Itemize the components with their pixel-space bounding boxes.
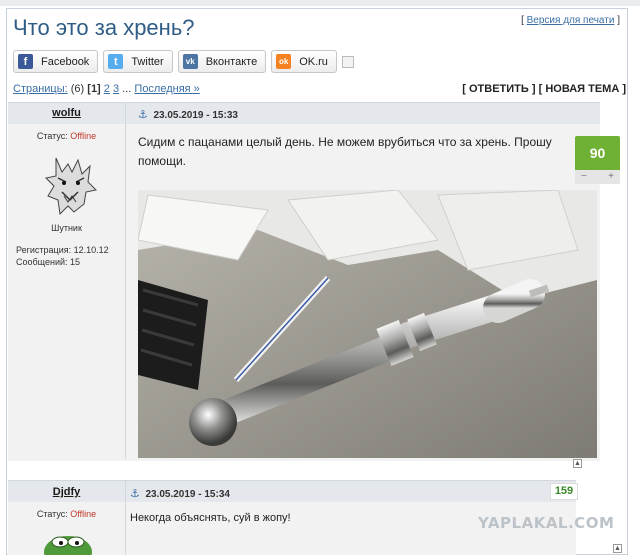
watermark: YAPLAKAL.COM [478, 514, 615, 532]
top-strip [0, 0, 640, 6]
status-value-2: Offline [70, 509, 97, 519]
post-rating-2: 159 [550, 483, 578, 500]
share-twitter-button[interactable]: t Twitter [103, 50, 173, 73]
share-vk-label: Вконтакте [205, 55, 258, 68]
post-author-2: Djdfy [8, 486, 125, 498]
author-rank: Шутник [51, 223, 82, 233]
anchor-icon[interactable]: ⚓ [138, 109, 148, 121]
print-version: [ Версия для печати ] [521, 15, 620, 26]
topic-title: Что это за хрень? [13, 15, 195, 40]
avatar[interactable] [38, 152, 104, 218]
reply-button[interactable]: [ ОТВЕТИТЬ ] [462, 83, 535, 95]
message-count: Сообщений: 15 [16, 257, 81, 267]
avatar-2[interactable] [38, 528, 98, 555]
column-divider [125, 102, 126, 459]
post-author: wolfu [8, 107, 125, 119]
twitter-icon: t [108, 54, 124, 69]
pages-label[interactable]: Страницы: [13, 83, 68, 95]
pagination: Страницы: (6) [1] 2 3 ... Последняя » [13, 83, 200, 95]
author-status-2: Статус: Offline [8, 509, 125, 519]
status-label: Статус: [36, 131, 68, 141]
page-2-link[interactable]: 2 [104, 83, 110, 95]
registration-date: Регистрация: 12.10.12 [16, 245, 109, 255]
new-topic-button[interactable]: [ НОВАЯ ТЕМА ] [539, 83, 626, 95]
author-link-2[interactable]: Djdfy [53, 486, 81, 498]
ok-icon: ok [276, 54, 292, 69]
rating-value: 90 [575, 136, 620, 170]
status-label-2: Статус: [36, 509, 68, 519]
column-divider-2 [125, 480, 126, 555]
post-date-text: 23.05.2019 - 15:33 [153, 110, 238, 121]
share-twitter-label: Twitter [131, 55, 164, 68]
share-bar: f Facebook t Twitter vk Вконтакте ok OK.… [13, 50, 354, 73]
anchor-icon-2[interactable]: ⚓ [130, 488, 140, 500]
share-facebook-label: Facebook [41, 55, 90, 68]
post-rating: 90 − + [575, 136, 620, 184]
pages-count: (6) [70, 83, 85, 95]
page-3-link[interactable]: 3 [113, 83, 119, 95]
print-version-link[interactable]: Версия для печати [527, 15, 615, 26]
share-ok-button[interactable]: ok OK.ru [271, 50, 337, 73]
vk-icon: vk [182, 54, 198, 69]
page-current: [1] [87, 83, 101, 95]
post-text-2: Некогда объяснять, суй в жопу! [130, 512, 291, 524]
author-status: Статус: Offline [8, 131, 125, 141]
share-vk-button[interactable]: vk Вконтакте [177, 50, 267, 73]
rating-minus-button[interactable]: − [581, 170, 587, 184]
share-facebook-button[interactable]: f Facebook [13, 50, 99, 73]
post-date-2: ⚓ 23.05.2019 - 15:34 [130, 487, 230, 500]
status-value: Offline [70, 131, 97, 141]
pages-ellipsis: ... [122, 83, 132, 95]
post-date: ⚓ 23.05.2019 - 15:33 [138, 108, 238, 121]
page-last-link[interactable]: Последняя » [134, 83, 199, 95]
scroll-up-icon-2[interactable]: ▲ [613, 544, 622, 553]
rating-plus-button[interactable]: + [608, 170, 614, 184]
rating-controls: − + [575, 170, 620, 184]
post-photo[interactable] [138, 190, 597, 458]
facebook-icon: f [18, 54, 33, 69]
scroll-up-icon[interactable]: ▲ [573, 459, 582, 468]
post-date-text-2: 23.05.2019 - 15:34 [145, 489, 230, 500]
share-more-icon[interactable] [341, 56, 354, 68]
topic-actions: [ ОТВЕТИТЬ ] [ НОВАЯ ТЕМА ] [462, 83, 626, 95]
author-stats: Регистрация: 12.10.12 Сообщений: 15 [16, 244, 109, 268]
post-text: Сидим с пацанами целый день. Не можем вр… [138, 135, 552, 168]
share-ok-label: OK.ru [299, 55, 328, 68]
author-link[interactable]: wolfu [52, 107, 81, 119]
